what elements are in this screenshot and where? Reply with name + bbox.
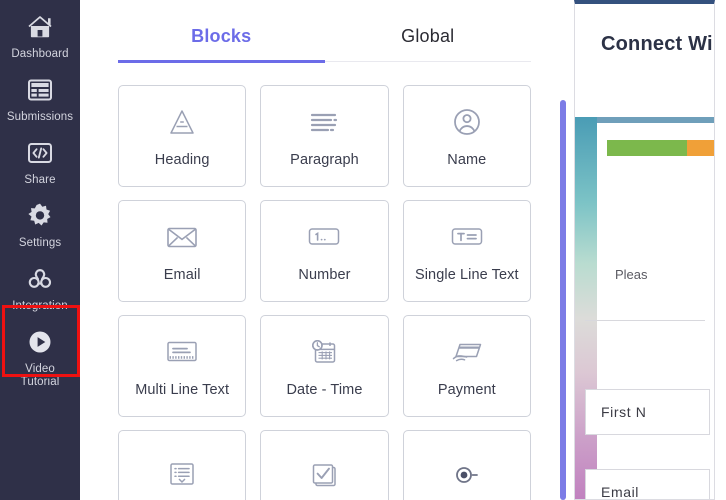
sidebar-item-settings[interactable]: Settings	[0, 193, 80, 256]
left-sidebar: Dashboard Submissions Share Settings Int…	[0, 0, 80, 500]
block-card-name[interactable]: Name	[402, 85, 531, 187]
block-card-dropdown[interactable]	[118, 430, 247, 500]
preview-divider	[585, 320, 705, 321]
credit-card-hand-icon	[449, 335, 485, 369]
radio-button-icon	[451, 458, 483, 492]
sidebar-item-label: Video Tutorial	[20, 363, 60, 388]
block-card-multi-line-text[interactable]: Multi Line Text	[118, 315, 247, 417]
block-card-label: Payment	[437, 381, 496, 398]
table-icon	[25, 75, 55, 105]
number-field-icon	[307, 220, 341, 254]
play-circle-icon	[25, 327, 55, 357]
block-card-label: Heading	[154, 151, 210, 168]
calendar-clock-icon	[308, 335, 340, 369]
sidebar-item-submissions[interactable]: Submissions	[0, 67, 80, 130]
tab-blocks[interactable]: Blocks	[118, 26, 325, 61]
gear-icon	[25, 201, 55, 231]
preview-title: Connect Wi	[601, 33, 713, 55]
block-card-label: Single Line Text	[414, 266, 519, 283]
blocks-panel-scrollbar[interactable]	[560, 100, 566, 500]
form-preview-panel: Connect Wi Pleas First N Email	[569, 0, 726, 500]
sidebar-item-label: Dashboard	[11, 48, 69, 60]
block-card-single-line-text[interactable]: Single Line Text	[402, 200, 531, 302]
sidebar-item-integration[interactable]: Integration	[0, 256, 80, 319]
progress-bar-green	[607, 140, 687, 156]
multi-line-text-icon	[165, 335, 199, 369]
paragraph-lines-icon	[308, 105, 340, 139]
preview-field-first-name[interactable]: First N	[585, 389, 710, 435]
preview-form-body: Pleas First N Email	[575, 117, 714, 499]
sidebar-item-label: Settings	[18, 237, 62, 249]
preview-gradient-strip	[575, 117, 597, 499]
code-brackets-icon	[25, 138, 55, 168]
block-card-label: Name	[447, 151, 487, 168]
block-card-radio-button[interactable]	[402, 430, 531, 500]
checkbox-icon	[308, 458, 340, 492]
preview-intro-text: Pleas	[615, 267, 648, 282]
block-card-label: Date - Time	[286, 381, 363, 398]
block-card-number[interactable]: Number	[260, 200, 389, 302]
person-circle-icon	[452, 105, 482, 139]
block-card-date-time[interactable]: Date - Time	[260, 315, 389, 417]
sidebar-item-video-tutorial[interactable]: Video Tutorial	[0, 319, 80, 395]
blocks-panel: Blocks Global Heading Paragraph Name Ema…	[80, 0, 569, 500]
blocks-grid: Heading Paragraph Name Email Number Sing…	[118, 85, 531, 500]
preview-form-inner	[597, 123, 714, 499]
dropdown-icon	[167, 458, 197, 492]
block-card-label: Paragraph	[290, 151, 359, 168]
block-card-label: Email	[163, 266, 201, 283]
form-builder-app: Dashboard Submissions Share Settings Int…	[0, 0, 726, 500]
progress-bar-orange	[686, 140, 714, 156]
tab-global[interactable]: Global	[325, 26, 532, 61]
heading-a-icon	[166, 105, 198, 139]
preview-progress-bars	[607, 140, 714, 156]
block-card-paragraph[interactable]: Paragraph	[260, 85, 389, 187]
home-icon	[25, 12, 55, 42]
sidebar-item-label: Submissions	[6, 111, 74, 123]
block-card-checkbox[interactable]	[260, 430, 389, 500]
panel-tabs: Blocks Global	[118, 0, 531, 62]
sidebar-item-dashboard[interactable]: Dashboard	[0, 4, 80, 67]
envelope-icon	[165, 220, 199, 254]
single-line-text-icon	[450, 220, 484, 254]
form-preview-card: Connect Wi Pleas First N Email	[574, 0, 715, 500]
preview-field-email[interactable]: Email	[585, 469, 710, 499]
integration-icon	[25, 264, 55, 294]
block-card-heading[interactable]: Heading	[118, 85, 247, 187]
block-card-email[interactable]: Email	[118, 200, 247, 302]
block-card-payment[interactable]: Payment	[402, 315, 531, 417]
sidebar-item-label: Share	[24, 174, 56, 186]
sidebar-item-label: Integration	[12, 300, 68, 312]
block-card-label: Multi Line Text	[135, 381, 230, 398]
sidebar-item-share[interactable]: Share	[0, 130, 80, 193]
block-card-label: Number	[298, 266, 351, 283]
